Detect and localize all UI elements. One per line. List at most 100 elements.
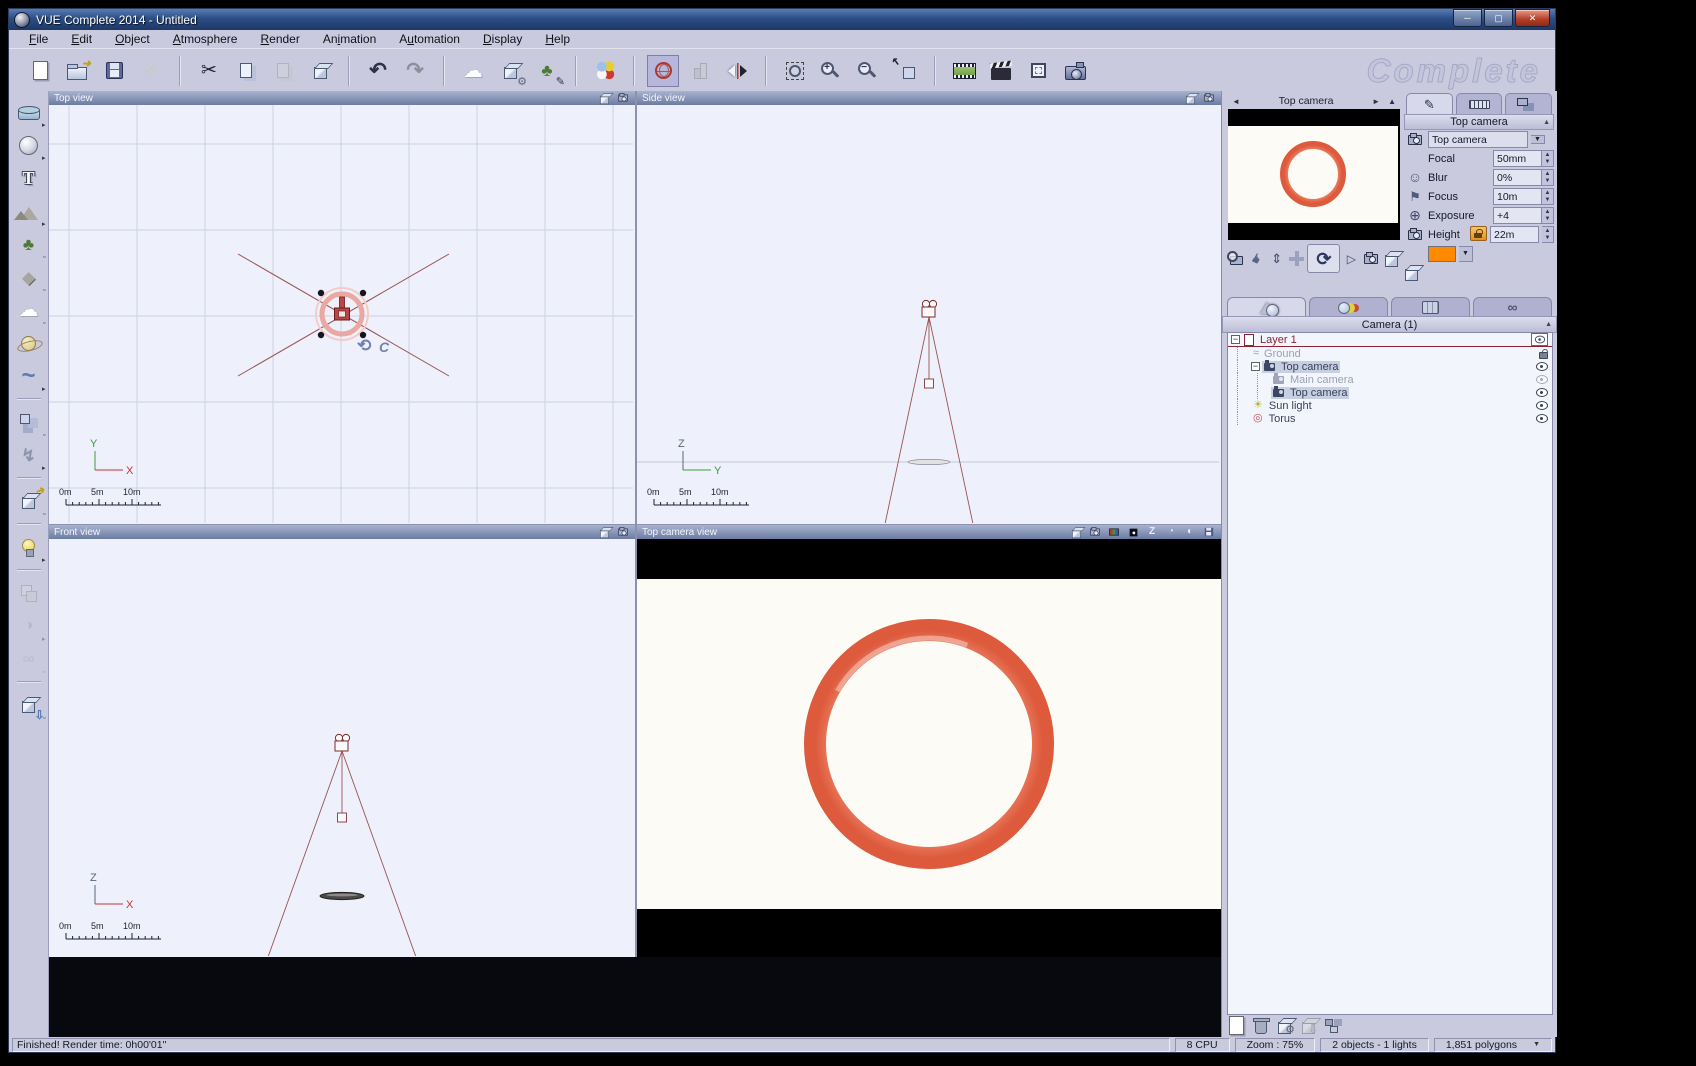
camera-select[interactable]: Top camera	[1428, 131, 1528, 148]
viewport-header[interactable]: Top view	[49, 91, 635, 105]
top-view-canvas[interactable]: ⟲ C Y X 0m 5m 10m	[49, 105, 633, 523]
light-tool[interactable]: ▸	[14, 532, 46, 564]
cut-icon[interactable]: ✂	[194, 56, 224, 86]
spinner[interactable]: ▲ ▼	[1542, 150, 1554, 167]
render-canvas[interactable]	[637, 539, 1221, 957]
camera-object[interactable]	[334, 296, 350, 321]
zoom-region-icon[interactable]	[780, 56, 810, 86]
expander-icon[interactable]: −	[1251, 362, 1260, 371]
wind-tool[interactable]: ↯ ▸	[14, 440, 45, 473]
zoom-in-icon[interactable]: +	[817, 56, 847, 86]
sphere-tool[interactable]: ▸	[14, 130, 46, 162]
viewport-side-view[interactable]: Side view Z Y 0m 5m 10m	[637, 91, 1221, 524]
tab-objects[interactable]	[1227, 297, 1306, 317]
next-camera-icon[interactable]: ►	[1368, 97, 1384, 106]
menu-edit[interactable]: Edit	[63, 31, 107, 48]
tree-item-top-camera-4[interactable]: Top camera	[1228, 386, 1552, 399]
viewport-front-view[interactable]: Front view Z X 0m 5m 10m	[49, 525, 635, 957]
collapse-icon[interactable]: ▲	[1543, 119, 1550, 126]
view-camera-icon[interactable]	[1202, 92, 1216, 104]
plant-tool[interactable]: ♣ ▫	[14, 229, 46, 262]
visibility-icon[interactable]	[1536, 414, 1548, 423]
material-editor-icon[interactable]	[590, 56, 620, 86]
render-animation-icon[interactable]	[949, 56, 979, 86]
tab-links[interactable]: ∞	[1473, 297, 1552, 316]
color-dropdown-icon[interactable]: ▼	[1459, 245, 1473, 262]
spinner[interactable]: ▲ ▼	[1542, 188, 1554, 205]
copy-icon[interactable]	[231, 56, 261, 86]
view-camera-icon[interactable]	[616, 526, 630, 538]
menu-animation[interactable]: Animation	[315, 31, 391, 48]
side-view-canvas[interactable]: Z Y 0m 5m 10m	[637, 105, 1219, 523]
dropdown-arrow-icon[interactable]: ▼	[1533, 1041, 1540, 1048]
rotate-gizmo-icon[interactable]: ⟲ C	[357, 336, 390, 355]
spinner[interactable]: ▲ ▼	[1542, 207, 1554, 224]
prev-camera-icon[interactable]: ◄	[1228, 97, 1244, 106]
paste-object-icon[interactable]	[305, 56, 335, 86]
collapse-icon[interactable]: ▲	[1384, 97, 1400, 106]
menu-atmosphere[interactable]: Atmosphere	[165, 31, 253, 48]
camera-preview-thumbnail[interactable]	[1228, 109, 1400, 240]
scene-options-icon[interactable]: ⚙	[495, 56, 527, 88]
tree-item-torus-6[interactable]: ◎ Torus	[1228, 412, 1552, 425]
tab-camera-links[interactable]	[1505, 93, 1553, 114]
maximize-button[interactable]: ▢	[1484, 9, 1513, 27]
curve-tool[interactable]: ~ ▸	[14, 361, 45, 393]
rock-tool[interactable]: ◆ ▫	[14, 262, 46, 295]
tree-item-top-camera-2[interactable]: − Top camera	[1228, 360, 1552, 373]
tab-numerics[interactable]	[1455, 93, 1503, 114]
drop-object-tool[interactable]: ⇩ ▫	[14, 690, 46, 722]
focus-handle[interactable]	[924, 378, 934, 389]
tab-materials[interactable]	[1309, 297, 1388, 316]
render-area-icon[interactable]	[1023, 56, 1053, 86]
menu-display[interactable]: Display	[475, 31, 537, 48]
paste-icon[interactable]	[268, 56, 298, 86]
property-value-focus[interactable]: 10m	[1493, 188, 1542, 205]
preview-cube-icon[interactable]	[1405, 265, 1418, 281]
viewport-header[interactable]: Side view	[637, 91, 1221, 105]
import-object-tool[interactable]: ➜ ▫	[14, 484, 47, 518]
view-camera-icon[interactable]	[1088, 526, 1102, 538]
color-swatch[interactable]	[1428, 245, 1456, 262]
status-segment-1[interactable]: Zoom : 75%	[1234, 1037, 1316, 1052]
hierarchy-icon[interactable]	[1324, 1017, 1341, 1034]
menu-render[interactable]: Render	[252, 31, 314, 48]
redo-icon[interactable]: ↷	[400, 56, 430, 86]
move-updown-icon[interactable]: ⇕	[1268, 249, 1286, 268]
camera-small-icon[interactable]	[1362, 249, 1380, 268]
minimize-button[interactable]: ─	[1453, 9, 1482, 27]
status-segment-0[interactable]: 8 CPU	[1174, 1037, 1230, 1052]
render-scene-icon[interactable]	[1060, 56, 1090, 86]
plant-editor-icon[interactable]: ♣ ✎	[532, 56, 565, 88]
collapse-icon[interactable]: ▲	[1545, 321, 1552, 328]
torus-side[interactable]	[907, 458, 951, 465]
text-tool[interactable]: T	[14, 163, 44, 193]
metaball-tool[interactable]: ∞ ▫	[14, 644, 45, 676]
view-camera-icon[interactable]	[616, 92, 630, 104]
undo-icon[interactable]: ↶	[363, 56, 393, 86]
front-view-canvas[interactable]: Z X 0m 5m 10m	[49, 539, 633, 956]
property-value-focal[interactable]: 50mm	[1493, 150, 1542, 167]
menu-object[interactable]: Object	[107, 31, 165, 48]
close-button[interactable]: ✕	[1515, 9, 1550, 27]
property-value-height[interactable]: 22m	[1490, 226, 1539, 243]
zoom-out-icon[interactable]: −	[854, 56, 884, 86]
group-tool[interactable]	[14, 578, 44, 608]
water-plane-tool[interactable]: ▸	[14, 97, 46, 129]
mask-display-icon[interactable]	[1126, 526, 1140, 538]
spinner[interactable]: ▲ ▼	[1542, 169, 1554, 186]
visibility-icon[interactable]	[1536, 401, 1548, 410]
mirror-object-icon[interactable]	[722, 56, 752, 86]
delete-object-icon[interactable]	[1252, 1017, 1270, 1034]
display-options-icon[interactable]	[1069, 526, 1083, 539]
menu-automation[interactable]: Automation	[391, 31, 475, 48]
new-scene-icon[interactable]	[25, 56, 55, 86]
quick-render-save-icon[interactable]: ⚡	[136, 56, 166, 86]
viewport-header[interactable]: Front view	[49, 525, 635, 539]
title-bar[interactable]: VUE Complete 2014 - Untitled ─ ▢ ✕	[9, 9, 1555, 30]
cloud-tool[interactable]: ☁ ▫	[14, 295, 46, 327]
open-scene-icon[interactable]	[62, 56, 92, 86]
pan-view-icon[interactable]: ☛	[1247, 249, 1266, 268]
rotate-view-icon[interactable]: ⟳	[1307, 244, 1341, 273]
contrast-icon[interactable]: ◐	[1183, 526, 1197, 538]
